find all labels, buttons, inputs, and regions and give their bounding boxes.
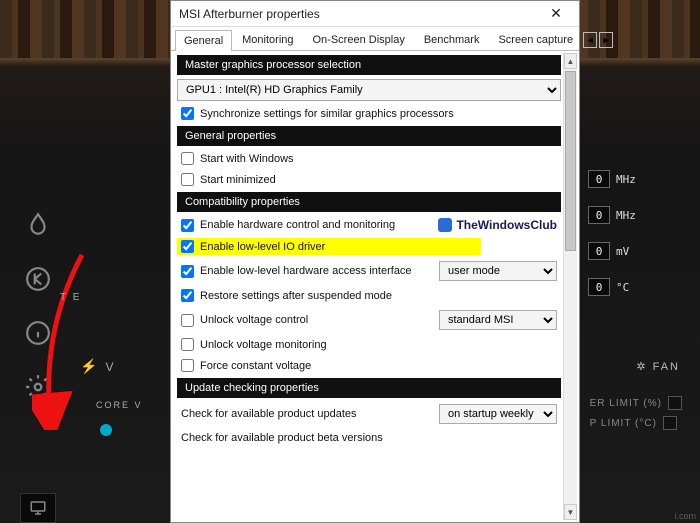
close-button[interactable]: ✕: [541, 3, 571, 25]
clock-readouts: 0MHz 0MHz 0mV 0°C: [588, 170, 688, 296]
unlock-voltage-mode-select[interactable]: standard MSI: [439, 310, 557, 330]
watermark: i.com: [674, 511, 696, 521]
gpu-select[interactable]: GPU1 : Intel(R) HD Graphics Family: [177, 79, 561, 101]
letter-k-icon[interactable]: [23, 264, 53, 294]
tab-monitoring[interactable]: Monitoring: [233, 29, 302, 50]
tab-osd[interactable]: On-Screen Display: [304, 29, 414, 50]
section-compat-props: Compatibility properties: [177, 192, 561, 212]
scroll-up-button[interactable]: ▲: [564, 53, 577, 69]
sync-settings-checkbox[interactable]: [181, 107, 194, 120]
tab-benchmark[interactable]: Benchmark: [415, 29, 489, 50]
scroll-thumb[interactable]: [565, 71, 576, 251]
voltage-section-label: ⚡V: [80, 358, 115, 375]
bolt-icon: ⚡: [80, 358, 99, 374]
tab-scroll-right[interactable]: ►: [599, 32, 613, 48]
enable-io-driver-checkbox[interactable]: [181, 240, 194, 253]
unlock-voltage-monitoring-checkbox[interactable]: [181, 338, 194, 351]
afterburner-side-toolbar: [20, 210, 56, 402]
section-general-props: General properties: [177, 126, 561, 146]
dialog-body: Master graphics processor selection GPU1…: [171, 51, 579, 522]
enable-io-driver-row: Enable low-level IO driver: [177, 238, 481, 255]
enable-ll-hw-access-checkbox[interactable]: [181, 265, 194, 278]
logo-icon: [438, 218, 452, 232]
unlock-voltage-control-checkbox[interactable]: [181, 314, 194, 327]
flame-icon[interactable]: [23, 210, 53, 240]
dialog-titlebar[interactable]: MSI Afterburner properties ✕: [171, 1, 579, 27]
tab-scroll-left[interactable]: ◄: [583, 32, 597, 48]
sync-settings-label: Synchronize settings for similar graphic…: [200, 108, 454, 120]
core-voltage-label: CORE V: [96, 400, 143, 410]
section-update-props: Update checking properties: [177, 378, 561, 398]
core-voltage-slider-thumb[interactable]: [100, 424, 112, 436]
tab-screen-capture[interactable]: Screen capture: [489, 29, 582, 50]
start-minimized-checkbox[interactable]: [181, 173, 194, 186]
limit-labels: ER LIMIT (%) P LIMIT (°C): [590, 390, 682, 436]
section-master-gpu: Master graphics processor selection: [177, 55, 561, 75]
start-with-windows-checkbox[interactable]: [181, 152, 194, 165]
check-updates-select[interactable]: on startup weekly: [439, 404, 557, 424]
enable-hw-control-checkbox[interactable]: [181, 219, 194, 232]
properties-dialog: MSI Afterburner properties ✕ General Mon…: [170, 0, 580, 523]
thewindowsclub-logo: TheWindowsClub: [438, 218, 557, 232]
settings-gear-icon[interactable]: [23, 372, 53, 402]
dialog-tabs: General Monitoring On-Screen Display Ben…: [171, 27, 579, 51]
fan-section-label: ✲ FAN: [636, 360, 680, 373]
restore-after-suspend-checkbox[interactable]: [181, 289, 194, 302]
monitor-preview-icon[interactable]: [20, 493, 56, 523]
info-icon[interactable]: [23, 318, 53, 348]
dialog-scrollbar[interactable]: ▲ ▼: [563, 53, 577, 520]
bg-temp-label: T E: [60, 292, 81, 303]
scroll-down-button[interactable]: ▼: [564, 504, 577, 520]
force-constant-voltage-checkbox[interactable]: [181, 359, 194, 372]
tab-general[interactable]: General: [175, 30, 232, 51]
ll-hw-mode-select[interactable]: user mode: [439, 261, 557, 281]
dialog-title: MSI Afterburner properties: [179, 7, 541, 21]
